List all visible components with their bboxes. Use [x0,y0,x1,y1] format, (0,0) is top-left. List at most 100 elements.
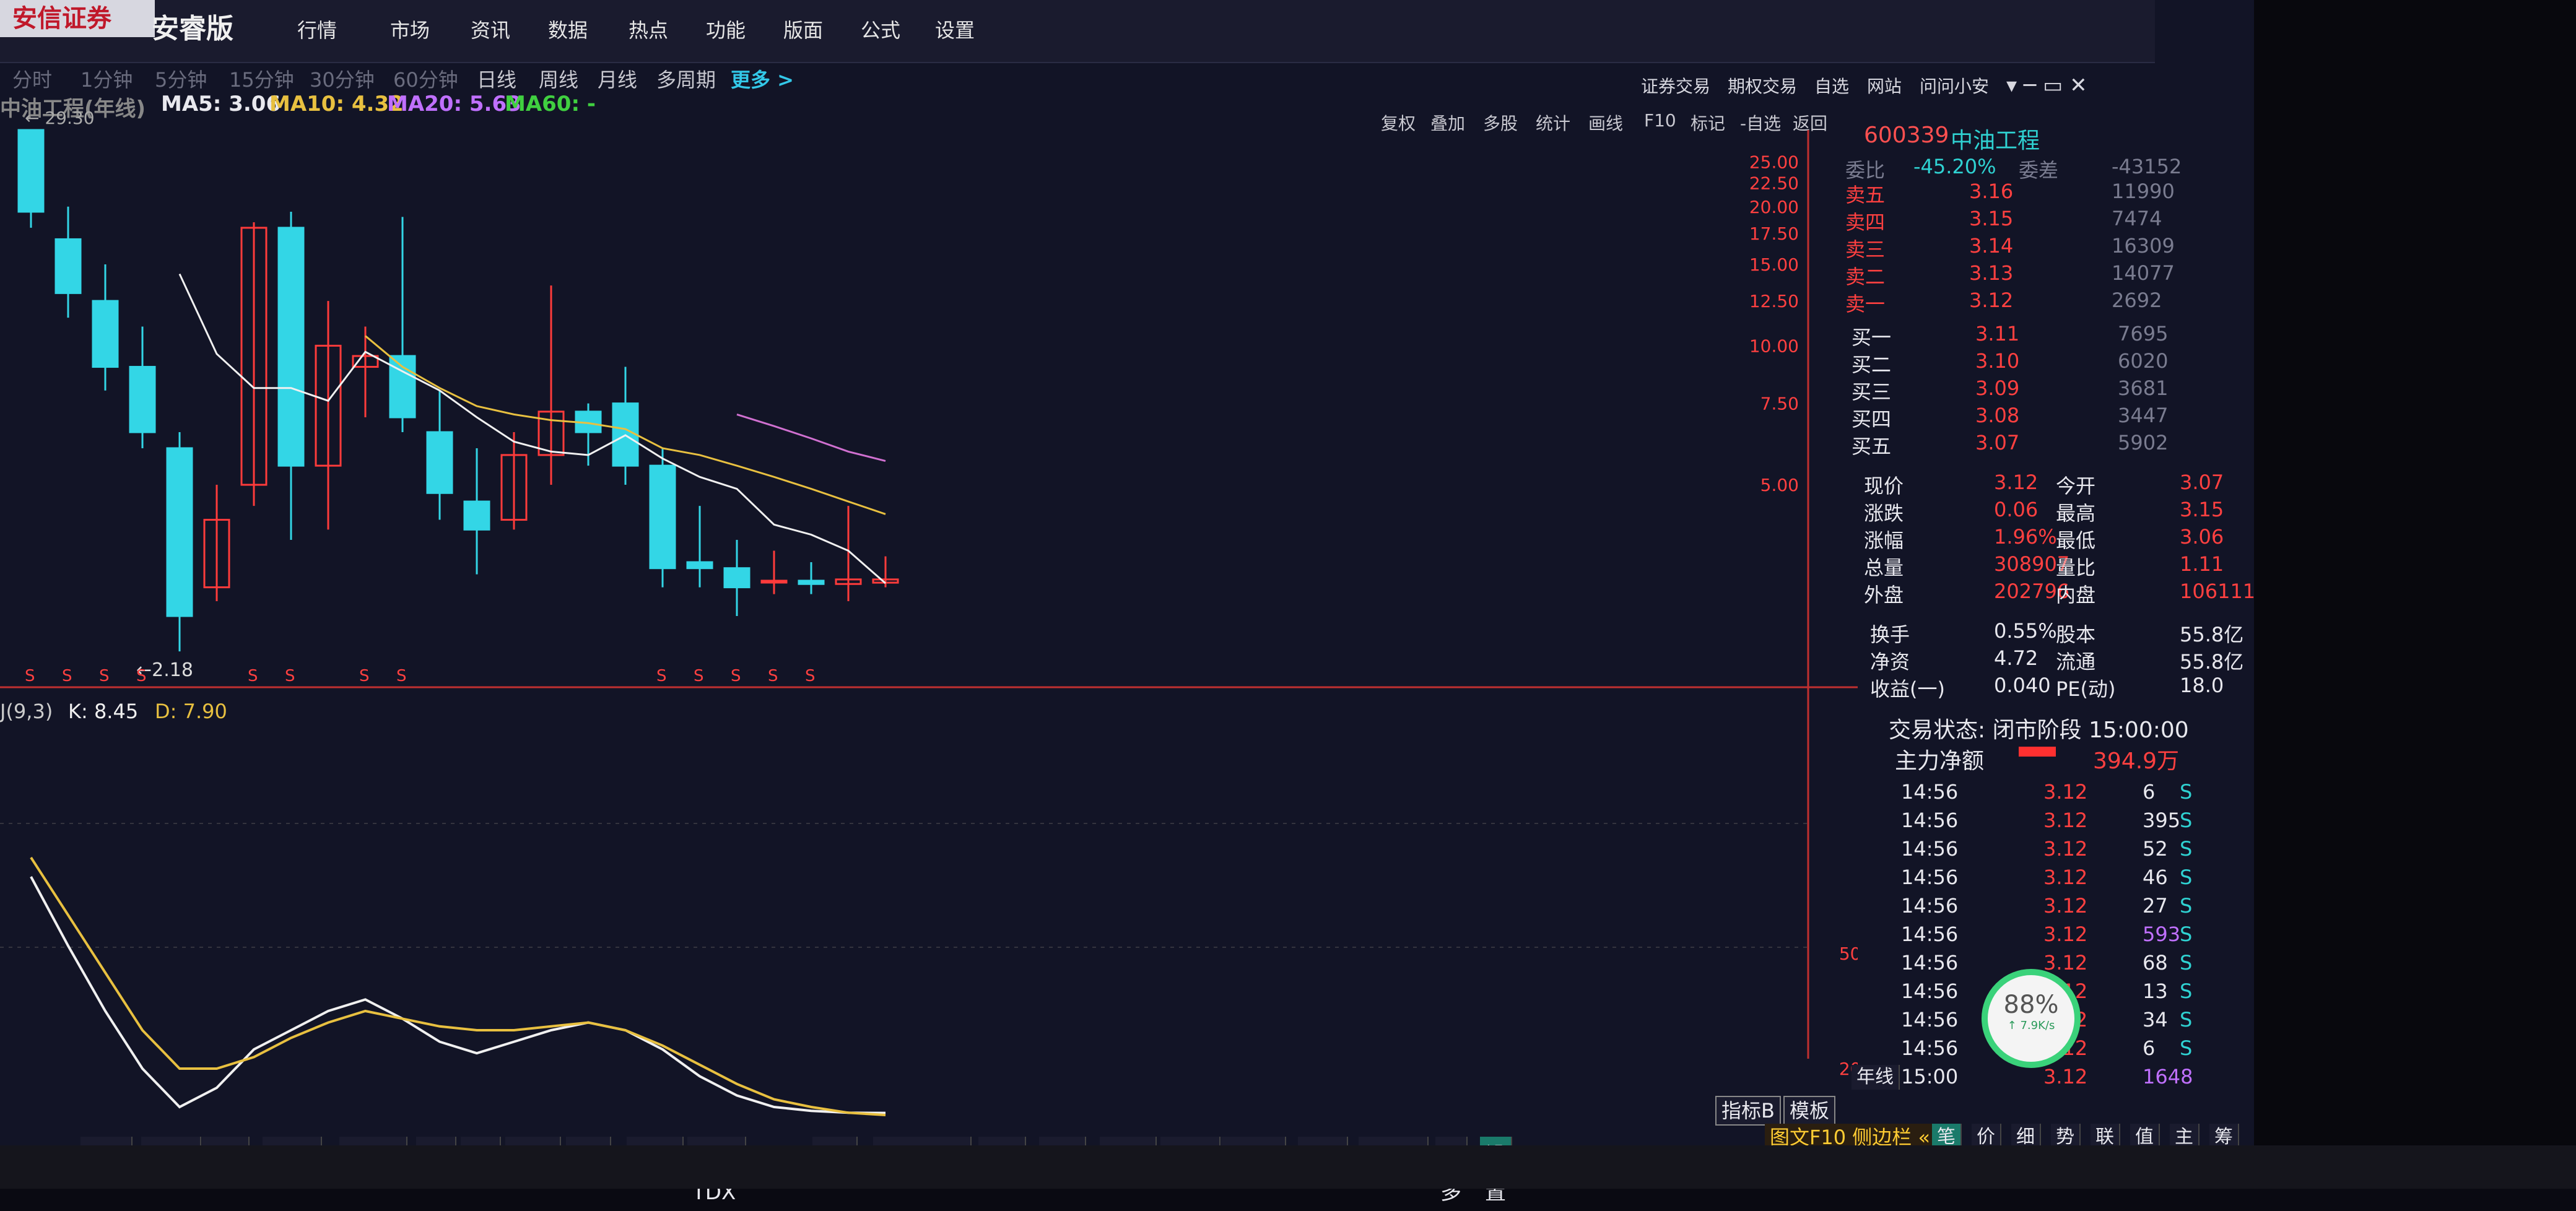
trade-status: 交易状态: 闭市阶段 15:00:00 [1889,718,2189,743]
trade-time: 14:56 [1901,1036,1959,1060]
network-speed-badge[interactable]: 88% ↑ 7.9K/s [1982,969,2081,1068]
trade-side: S [2180,922,2193,946]
buy-level-price: 3.09 [1975,376,2020,400]
period-tab[interactable]: 周线 [539,64,578,93]
trade-side: S [2180,951,2193,974]
menu-settings[interactable]: 设置 [935,15,975,43]
buy-level-volume: 7695 [2118,322,2169,345]
indicator-b-tab[interactable]: 指标B [1715,1096,1781,1126]
menu-formula[interactable]: 公式 [861,15,900,43]
price-axis-label: 7.50 [1760,394,1799,414]
kdj-k-line [30,876,886,1114]
sell-level-volume: 16309 [2112,234,2175,258]
more-periods-button[interactable]: 更多 > [731,64,794,93]
kdj-d-line [30,856,886,1117]
trade-volume: 52 [2143,837,2168,861]
trade-side: S [2180,1008,2193,1031]
period-tab[interactable]: 15分钟 [229,64,294,93]
period-tab[interactable]: 月线 [598,64,637,93]
kline-chart[interactable]: 25.0022.50 20.00 17.50 15.00 12.50 10.00 7.50 5… [0,93,1858,1133]
trade-volume: 6 [2143,780,2156,804]
sell-level-label: 卖五 [1845,183,1886,207]
minimize-icon[interactable]: ▾ ─ ▭ ✕ [2006,73,2087,98]
sell-level-price: 3.12 [1969,289,2014,312]
menu-market[interactable]: 市场 [390,15,430,43]
stat-label: 最高 [2056,501,2096,525]
stat-value: 3.15 [2180,498,2224,521]
trade-price: 3.12 [2043,809,2088,832]
candle-body [798,579,825,585]
sell-level-volume: 11990 [2112,180,2175,203]
menu-news[interactable]: 资讯 [471,15,510,43]
buy-level-volume: 3447 [2118,404,2169,427]
sell-level-volume: 7474 [2112,207,2162,230]
stat-label: 现价 [1864,474,1904,498]
stat-value: 55.8亿 [2180,650,2244,674]
link-website[interactable]: 网站 [1867,73,1902,98]
stat-label: 总量 [1864,556,1904,579]
buy-level-price: 3.10 [1975,349,2020,373]
candle-body [463,500,490,531]
trade-time: 15:00 [1901,1065,1959,1088]
stat-value: 1.96% [1994,525,2057,549]
sell-level-price: 3.16 [1969,180,2014,203]
signal-marker: S [99,667,110,685]
weicha-value: -43152 [2112,155,2182,178]
stat-label: 最低 [2056,529,2096,552]
trade-side: S [2180,979,2193,1003]
menu-quotes[interactable]: 行情 [297,15,337,43]
trade-side: S [2180,809,2193,832]
ma20-line [736,413,886,462]
trade-volume: 13 [2143,979,2168,1003]
price-axis-label: 20.00 [1749,197,1799,217]
sell-level-price: 3.15 [1969,207,2014,230]
period-tab[interactable]: 1分钟 [80,64,133,93]
trade-volume: 34 [2143,1008,2168,1031]
template-tab[interactable]: 模板 [1783,1096,1836,1126]
high-annotation: ← 29.30 [25,108,95,128]
main-flow-value: 394.9万 [2093,749,2180,774]
price-axis-label: 15.00 [1749,254,1799,275]
stat-value: 3.06 [2180,525,2224,549]
period-tab[interactable]: 5分钟 [155,64,207,93]
stock-name: 中油工程 [1951,128,2040,154]
trade-volume: 27 [2143,894,2168,918]
trade-price: 3.12 [2043,837,2088,861]
period-tab[interactable]: 日线 [477,64,516,93]
kdj-k-value: K: 8.45 [68,700,138,723]
buy-level-price: 3.11 [1975,322,2020,345]
stat-label: 涨幅 [1864,529,1904,552]
buy-level-label: 买一 [1852,326,1892,349]
period-year-button[interactable]: 年线 [1852,1065,1900,1090]
stat-label: 流通 [2056,650,2096,674]
menu-layout[interactable]: 版面 [783,15,823,43]
candle-body [686,561,713,570]
trade-volume: 1648 [2143,1065,2193,1088]
menu-bar: 安信证券 安睿版 行情 市场 资讯 数据 热点 功能 版面 公式 设置 [0,0,2155,63]
candle-body [92,300,119,368]
link-ask-assistant[interactable]: 问问小安 [1920,73,1989,98]
sell-level-volume: 14077 [2112,261,2175,285]
signal-marker: S [768,667,778,685]
trade-volume: 6 [2143,1036,2156,1060]
stat-value: 106111 [2180,579,2256,603]
period-tab[interactable]: 60分钟 [393,64,458,93]
menu-function[interactable]: 功能 [706,15,746,43]
menu-hot[interactable]: 热点 [629,15,668,43]
stat-label: PE(动) [2056,677,2116,701]
stat-label: 净资 [1870,650,1910,674]
candle-body [54,238,82,294]
signal-marker: S [656,667,667,685]
trade-time: 14:56 [1901,780,1959,804]
menu-data[interactable]: 数据 [548,15,588,43]
trade-volume: 46 [2143,866,2168,889]
stat-value: 1.11 [2180,552,2224,576]
trade-price: 3.12 [2043,1065,2088,1088]
sell-level-label: 卖四 [1845,211,1886,234]
period-tab[interactable]: 分时 [12,64,52,93]
candle-body [277,227,305,467]
stat-label: 换手 [1870,623,1910,646]
app-brand: 安睿版 [152,13,233,45]
period-tab[interactable]: 30分钟 [310,64,375,93]
period-tab[interactable]: 多周期 [656,64,716,93]
